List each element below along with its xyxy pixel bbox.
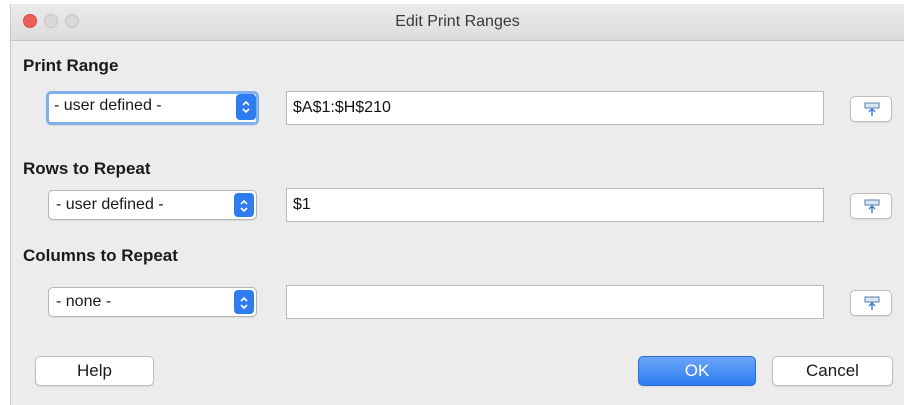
shrink-dialog-icon [864, 102, 880, 116]
edit-print-ranges-dialog: Edit Print Ranges Print Range - user def… [10, 4, 904, 405]
up-down-chevrons-icon [234, 193, 254, 217]
help-button[interactable]: Help [35, 356, 154, 386]
rows-to-repeat-field-value: $1 [293, 196, 311, 213]
print-range-select-value: - user defined - [54, 97, 162, 114]
columns-to-repeat-field[interactable] [286, 285, 824, 319]
print-range-field[interactable]: $A$1:$H$210 [286, 91, 824, 125]
columns-to-repeat-shrink-button[interactable] [850, 290, 892, 316]
cancel-button[interactable]: Cancel [772, 356, 893, 386]
up-down-chevrons-icon [234, 290, 254, 314]
shrink-dialog-icon [864, 296, 880, 310]
rows-to-repeat-label: Rows to Repeat [23, 159, 151, 178]
rows-to-repeat-select[interactable]: - user defined - [48, 190, 257, 220]
ok-button[interactable]: OK [638, 356, 756, 386]
rows-to-repeat-field[interactable]: $1 [286, 188, 824, 222]
columns-to-repeat-select[interactable]: - none - [48, 287, 257, 317]
window-title: Edit Print Ranges [395, 13, 520, 30]
titlebar: Edit Print Ranges [11, 4, 904, 41]
print-range-label: Print Range [23, 56, 119, 75]
columns-to-repeat-select-value: - none - [56, 293, 112, 310]
columns-to-repeat-label: Columns to Repeat [23, 246, 178, 265]
rows-to-repeat-select-value: - user defined - [56, 196, 164, 213]
up-down-chevrons-icon [236, 94, 256, 120]
shrink-dialog-icon [864, 199, 880, 213]
rows-to-repeat-shrink-button[interactable] [850, 193, 892, 219]
print-range-select[interactable]: - user defined - [46, 91, 259, 125]
print-range-shrink-button[interactable] [850, 96, 892, 122]
print-range-field-value: $A$1:$H$210 [293, 99, 391, 116]
